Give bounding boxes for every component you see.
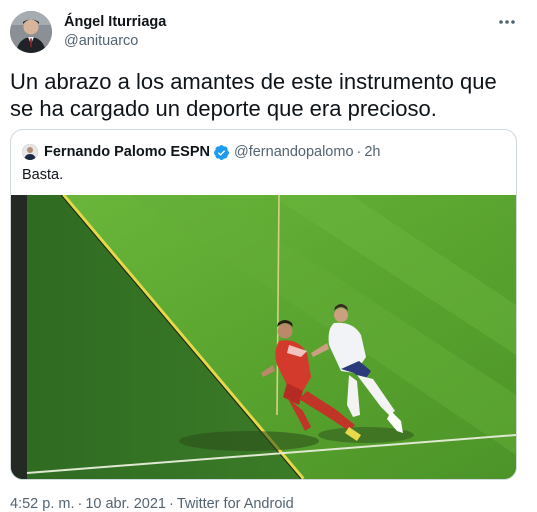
quoted-tweet[interactable]: Fernando Palomo ESPN @fernandopalomo · 2… <box>10 129 517 480</box>
quoted-author-name[interactable]: Fernando Palomo ESPN <box>44 144 210 160</box>
separator-dot: · <box>356 144 362 160</box>
quoted-tweet-media[interactable] <box>11 195 516 479</box>
tweet-date[interactable]: 10 abr. 2021 <box>85 496 166 512</box>
author-avatar[interactable] <box>10 11 52 53</box>
var-offside-screenshot <box>11 195 516 479</box>
more-options-button[interactable] <box>497 13 517 31</box>
more-horizontal-icon <box>499 20 515 24</box>
separator-dot: · <box>168 496 174 512</box>
author-name[interactable]: Ángel Iturriaga <box>64 14 166 30</box>
tweet-text: Un abrazo a los amantes de este instrume… <box>10 69 497 121</box>
verified-badge-icon <box>214 144 229 160</box>
tweet-source[interactable]: Twitter for Android <box>177 496 294 512</box>
tweet[interactable]: Ángel Iturriaga @anituarco Un abrazo a l… <box>0 0 537 512</box>
quoted-tweet-text: Basta. <box>22 167 64 183</box>
quoted-tweet-time[interactable]: 2h <box>364 144 380 160</box>
quoted-author-avatar[interactable] <box>22 144 38 160</box>
author-handle[interactable]: @anituarco <box>64 33 138 49</box>
quoted-tweet-header: Fernando Palomo ESPN @fernandopalomo · 2… <box>22 143 381 161</box>
tweet-timestamp[interactable]: 4:52 p. m. · 10 abr. 2021 · Twitter for Andr… <box>10 496 294 512</box>
quoted-author-handle[interactable]: @fernandopalomo <box>234 144 354 160</box>
tweet-time[interactable]: 4:52 p. m. <box>10 496 74 512</box>
separator-dot: · <box>77 496 83 512</box>
